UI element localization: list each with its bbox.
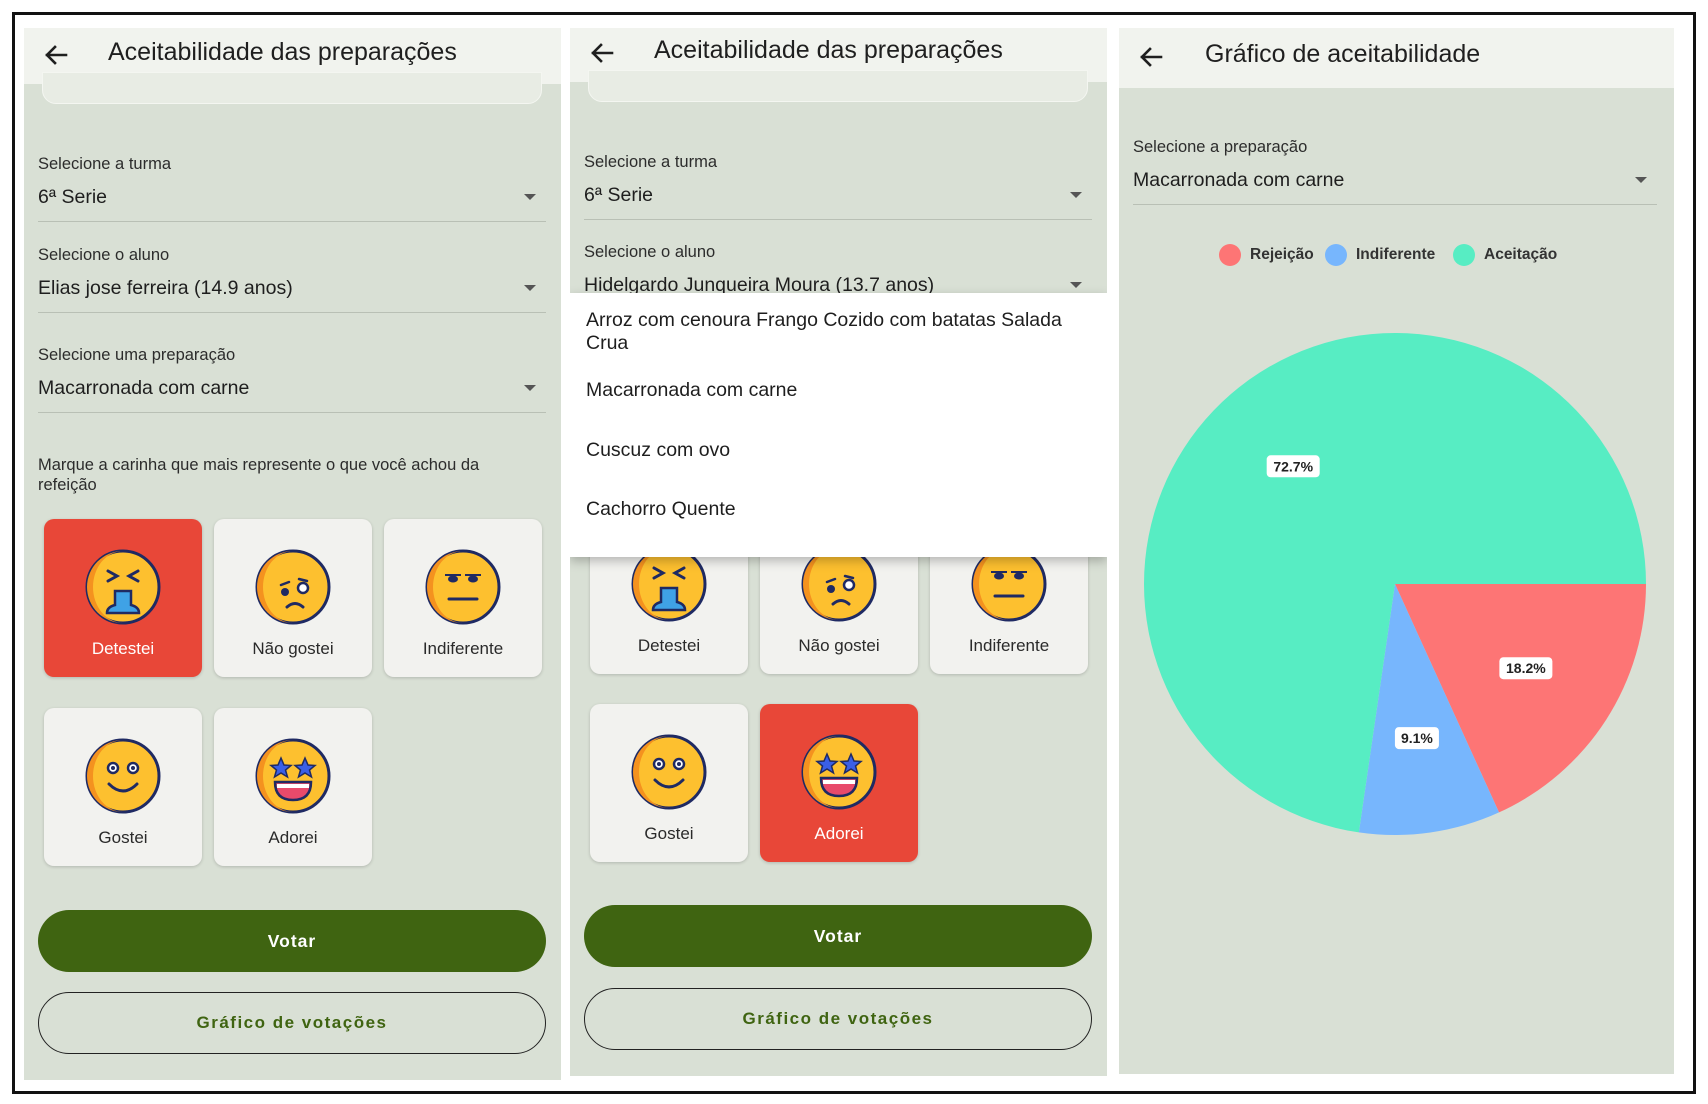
turma-label: Selecione a turma (584, 153, 717, 171)
preparacao-dropdown[interactable]: Macarronada com carne (38, 371, 546, 413)
dropdown-caret-icon (524, 385, 536, 391)
preparacao-value: Macarronada com carne (38, 377, 250, 399)
smiling-face-icon (85, 738, 161, 814)
rating-option-label: Gostei (644, 824, 694, 843)
turma-value: 6ª Serie (38, 186, 108, 208)
back-arrow-icon[interactable] (586, 37, 618, 69)
sad-face-icon (255, 549, 331, 625)
svg-text:9.1%: 9.1% (1401, 730, 1433, 746)
svg-text:72.7%: 72.7% (1273, 458, 1313, 474)
rating-option-gostei[interactable]: Gostei (44, 708, 202, 866)
pie-data-label: 72.7% (1266, 455, 1320, 478)
page-title: Aceitabilidade das preparações (108, 38, 457, 66)
card-bottom-edge (42, 72, 542, 104)
back-arrow-icon[interactable] (40, 39, 72, 71)
rating-option-label: Adorei (814, 824, 864, 843)
aluno-dropdown[interactable]: Elias jose ferreira (14.9 anos) (38, 271, 546, 313)
dropdown-option[interactable]: Cuscuz com ovo (586, 439, 1086, 462)
rating-option-label: Indiferente (968, 636, 1050, 655)
rating-option-label: Não gostei (798, 636, 880, 655)
rating-instruction: Marque a carinha que mais represente o q… (38, 456, 480, 494)
dropdown-option[interactable]: Macarronada com carne (586, 379, 1086, 402)
rating-option-adorei[interactable]: Adorei (760, 704, 918, 862)
star-struck-face-icon (255, 738, 331, 814)
turma-dropdown[interactable]: 6ª Serie (584, 178, 1092, 220)
neutral-face-icon (425, 549, 501, 625)
aluno-label: Selecione o aluno (38, 246, 170, 264)
aluno-value: Elias jose ferreira (14.9 anos) (38, 277, 293, 299)
rating-option-label: Detestei (637, 636, 701, 655)
rating-option-label: Não gostei (252, 639, 334, 658)
screen-vote-form: Aceitabilidade das preparações Selecione… (24, 28, 561, 1080)
dropdown-caret-icon (1070, 192, 1082, 198)
screen-acceptability-chart: Gráfico de aceitabilidade Selecione a pr… (1119, 28, 1674, 1074)
dropdown-caret-icon (1070, 282, 1082, 288)
vote-button[interactable]: Votar (38, 910, 546, 972)
star-struck-face-icon (801, 734, 877, 810)
pie-chart: 18.2% 9.1% 72.7% (1144, 333, 1646, 835)
dropdown-option[interactable]: Arroz com cenoura Frango Cozido com bata… (586, 309, 1086, 355)
turma-label: Selecione a turma (38, 155, 171, 173)
dropdown-caret-icon (524, 194, 536, 200)
card-bottom-edge (588, 70, 1088, 102)
rating-option-adorei[interactable]: Adorei (214, 708, 372, 866)
pie-data-label: 9.1% (1394, 727, 1439, 750)
turma-dropdown[interactable]: 6ª Serie (38, 180, 546, 222)
turma-value: 6ª Serie (584, 184, 654, 206)
smiling-face-icon (631, 734, 707, 810)
preparacao-dropdown-menu: Arroz com cenoura Frango Cozido com bata… (570, 293, 1107, 557)
aluno-label: Selecione o aluno (584, 243, 716, 261)
chart-votes-button[interactable]: Gráfico de votações (584, 988, 1092, 1050)
rating-option-label: Detestei (91, 639, 155, 658)
rating-option-detestei[interactable]: Detestei (44, 519, 202, 677)
preparacao-label: Selecione uma preparação (38, 346, 236, 364)
dropdown-option[interactable]: Cachorro Quente (586, 498, 1086, 521)
rating-option-gostei[interactable]: Gostei (590, 704, 748, 862)
pie-data-label: 18.2% (1499, 657, 1553, 680)
rating-option-label: Indiferente (422, 639, 504, 658)
disgusted-face-icon (85, 549, 161, 625)
screen-vote-form-dropdown-open: Aceitabilidade das preparações Selecione… (570, 28, 1107, 1076)
rating-option-label: Gostei (98, 828, 148, 847)
rating-option-nao-gostei[interactable]: Não gostei (214, 519, 372, 677)
rating-option-indiferente[interactable]: Indiferente (384, 519, 542, 677)
vote-button[interactable]: Votar (584, 905, 1092, 967)
page-title: Aceitabilidade das preparações (654, 36, 1003, 64)
dropdown-caret-icon (524, 285, 536, 291)
svg-text:18.2%: 18.2% (1506, 660, 1546, 676)
rating-option-label: Adorei (268, 828, 318, 847)
chart-votes-button[interactable]: Gráfico de votações (38, 992, 546, 1054)
